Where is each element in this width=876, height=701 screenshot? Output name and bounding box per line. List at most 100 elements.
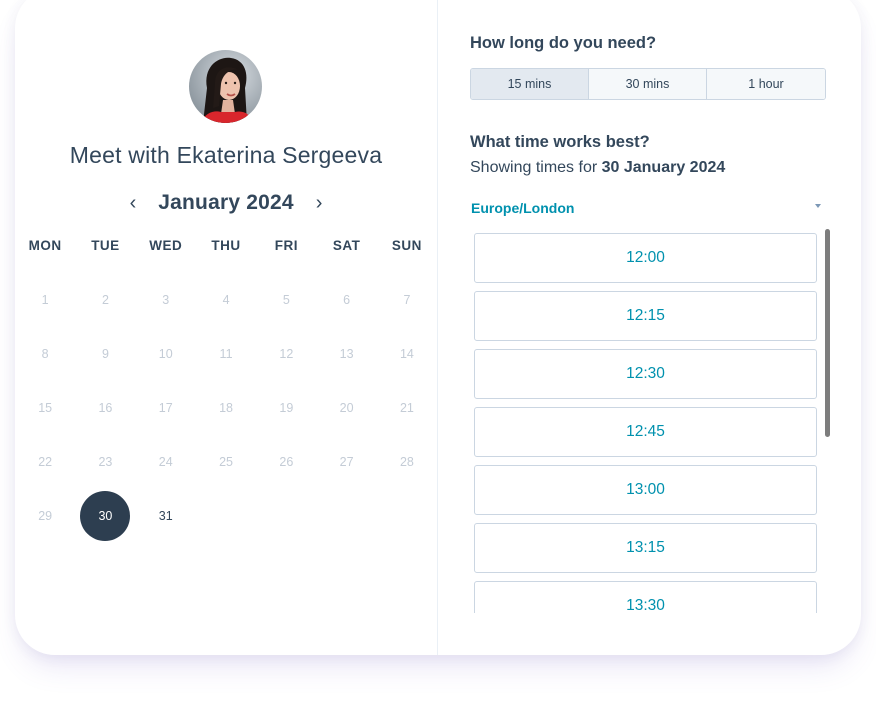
page-title: Meet with Ekaterina Sergeeva (69, 142, 383, 168)
calendar-day-16: 16 (75, 383, 135, 433)
host-photo (189, 50, 262, 123)
calendar-day-number: 23 (98, 455, 113, 469)
time-slot-button[interactable]: 13:15 (474, 523, 817, 573)
weekday-label: THU (211, 238, 241, 253)
calendar-day-22: 22 (15, 437, 75, 487)
calendar-day-empty (316, 491, 376, 541)
panel-divider (437, 0, 438, 655)
calendar-day-empty (256, 491, 316, 541)
calendar-day-5: 5 (256, 275, 316, 325)
calendar-day-14: 14 (377, 329, 437, 379)
calendar-day-number: 20 (339, 401, 354, 415)
calendar-day-empty (377, 491, 437, 541)
time-slot-list: 12:00 12:15 12:30 12:45 13:00 13:15 13:30 (474, 233, 818, 613)
month-navigation: ‹ January 2024 › (15, 188, 437, 218)
calendar-day-4: 4 (196, 275, 256, 325)
calendar-day-17: 17 (136, 383, 196, 433)
calendar-day-number: 2 (101, 293, 109, 307)
duration-question: How long do you need? (470, 34, 657, 52)
calendar-day-number: 18 (219, 401, 233, 415)
time-slot-button[interactable]: 12:30 (474, 349, 817, 399)
calendar-week-row: 8 9 10 11 12 13 14 (15, 329, 437, 379)
caret-down-icon (815, 204, 821, 208)
weekday-label: WED (149, 238, 183, 253)
calendar-day-18: 18 (196, 383, 256, 433)
calendar-day-11: 11 (196, 329, 256, 379)
duration-option-30-mins[interactable]: 30 mins (589, 69, 707, 99)
time-slot-button[interactable]: 13:00 (474, 465, 817, 515)
calendar-day-number: 5 (282, 293, 290, 307)
calendar-day-2: 2 (75, 275, 135, 325)
showing-times-text: Showing times for 30 January 2024 (470, 159, 725, 177)
calendar-week-row: 1 2 3 4 5 6 7 (15, 275, 437, 325)
calendar-day-number: 22 (38, 455, 53, 469)
calendar-week-row: 29 30 31 (15, 491, 437, 541)
calendar-day-number: 14 (399, 347, 414, 361)
calendar-day-number: 12 (279, 347, 294, 361)
calendar-day-number: 6 (343, 293, 351, 307)
calendar-day-15: 15 (15, 383, 75, 433)
calendar-day-26: 26 (256, 437, 316, 487)
timezone-label: Europe/London (471, 200, 575, 216)
next-month-button[interactable]: › (312, 191, 327, 215)
calendar-day-number: 9 (101, 347, 109, 361)
scrollbar[interactable] (825, 229, 830, 437)
calendar-day-23: 23 (75, 437, 135, 487)
calendar-day-number: 19 (279, 401, 294, 415)
calendar-day-31[interactable]: 31 (136, 491, 196, 541)
time-question: What time works best? (470, 133, 650, 151)
prev-month-button[interactable]: ‹ (126, 191, 141, 215)
calendar-day-number: 3 (162, 293, 170, 307)
calendar-day-number: 31 (158, 509, 173, 523)
calendar-day-13: 13 (316, 329, 376, 379)
time-slot-button[interactable]: 13:30 (474, 581, 817, 613)
duration-option-1-hour[interactable]: 1 hour (707, 69, 825, 99)
month-label: January 2024 (158, 191, 294, 214)
calendar-day-number: 8 (41, 347, 49, 361)
calendar-day-number: 15 (38, 401, 53, 415)
avatar (189, 50, 262, 123)
calendar-day-21: 21 (377, 383, 437, 433)
calendar-day-number: 29 (38, 509, 53, 523)
calendar-day-number: 4 (222, 293, 230, 307)
showing-date: 30 January 2024 (601, 159, 726, 176)
calendar-day-7: 7 (377, 275, 437, 325)
weekday-label: SAT (332, 238, 361, 253)
calendar-day-9: 9 (75, 329, 135, 379)
calendar-day-number: 21 (399, 401, 414, 415)
calendar-day-empty (196, 491, 256, 541)
calendar-day-number: 25 (219, 455, 233, 469)
calendar-day-number: 30 (98, 509, 113, 523)
calendar-day-20: 20 (316, 383, 376, 433)
calendar-day-29: 29 (15, 491, 75, 541)
calendar-day-25: 25 (196, 437, 256, 487)
calendar-week-row: 22 23 24 25 26 27 28 (15, 437, 437, 487)
calendar-day-number: 24 (158, 455, 173, 469)
time-slot-button[interactable]: 12:45 (474, 407, 817, 457)
weekday-label: MON (28, 238, 62, 253)
timezone-dropdown[interactable]: Europe/London (471, 200, 821, 218)
calendar-day-1: 1 (15, 275, 75, 325)
calendar-day-number: 1 (41, 293, 49, 307)
calendar-day-number: 27 (339, 455, 354, 469)
calendar-day-number: 17 (158, 401, 173, 415)
time-slot-button[interactable]: 12:15 (474, 291, 817, 341)
calendar-day-number: 28 (399, 455, 414, 469)
calendar-day-number: 11 (219, 347, 233, 361)
calendar-day-3: 3 (136, 275, 196, 325)
booking-card: Meet with Ekaterina Sergeeva ‹ January 2… (15, 0, 861, 655)
calendar-day-number: 13 (339, 347, 354, 361)
duration-option-15-mins[interactable]: 15 mins (471, 69, 589, 99)
weekday-header: MON TUE WED THU FRI SAT SUN (15, 238, 437, 254)
time-slot-button[interactable]: 12:00 (474, 233, 817, 283)
calendar-day-6: 6 (316, 275, 376, 325)
calendar-day-12: 12 (256, 329, 316, 379)
calendar-day-number: 7 (403, 293, 411, 307)
calendar-day-8: 8 (15, 329, 75, 379)
calendar-day-27: 27 (316, 437, 376, 487)
calendar-day-number: 26 (279, 455, 294, 469)
duration-selector: 15 mins 30 mins 1 hour (470, 68, 826, 100)
calendar-day-30[interactable]: 30 (75, 491, 135, 541)
weekday-label: TUE (91, 238, 120, 253)
calendar-day-10: 10 (136, 329, 196, 379)
